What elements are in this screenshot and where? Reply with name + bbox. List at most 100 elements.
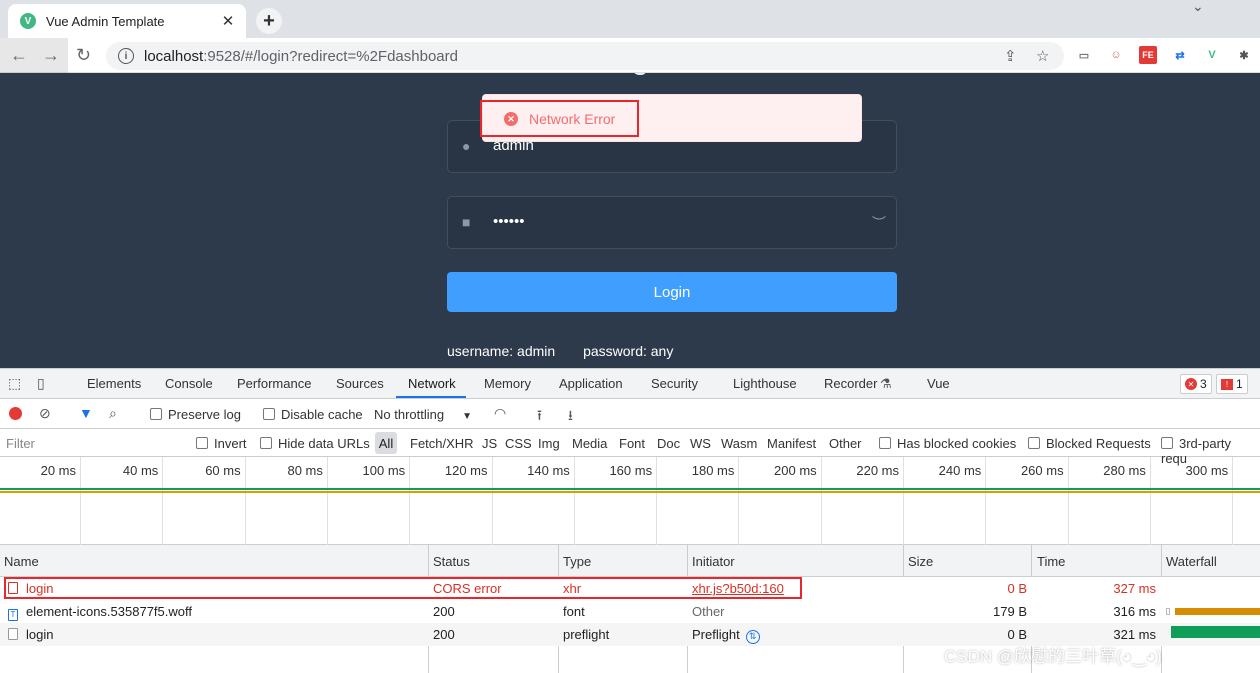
filter-js[interactable]: JS <box>482 436 497 451</box>
screen: V Vue Admin Template ✕ + ⌄ ← → ↻ i local… <box>0 0 1260 673</box>
close-tab-icon[interactable]: ✕ <box>218 11 238 31</box>
tab-console[interactable]: Console <box>165 376 213 391</box>
network-overview-timeline[interactable]: 20 ms 40 ms 60 ms 80 ms 100 ms 120 ms 140 ms 16… <box>0 457 1260 545</box>
timeline-gridline <box>1067 457 1069 545</box>
timeline-gridline <box>409 457 411 545</box>
bookmark-star-icon[interactable]: ☆ <box>1036 47 1049 65</box>
timeline-gridline <box>80 457 81 545</box>
timeline-tick-label: 20 ms <box>40 463 76 478</box>
import-har-icon[interactable]: ⭱ <box>537 405 542 429</box>
error-count: 3 <box>1200 377 1207 391</box>
filter-funnel-icon[interactable]: ▼ <box>79 405 93 421</box>
network-conditions-icon[interactable]: ◠ <box>494 405 506 422</box>
password-value: •••••• <box>493 213 525 230</box>
timeline-tick-label: 80 ms <box>287 463 323 478</box>
browser-toolbar: ← → ↻ i localhost:9528/#/login?redirect=… <box>0 38 1260 73</box>
disable-cache-checkbox[interactable]: Disable cache <box>263 407 363 422</box>
col-initiator[interactable]: Initiator <box>692 554 735 569</box>
search-icon[interactable]: ⌕ <box>109 405 117 422</box>
col-name[interactable]: Name <box>4 554 39 569</box>
filter-manifest[interactable]: Manifest <box>767 436 816 451</box>
export-har-icon[interactable]: ⭳ <box>568 405 573 429</box>
hide-data-urls-checkbox[interactable]: Hide data URLs <box>260 436 370 451</box>
reload-icon[interactable]: ↻ <box>76 45 91 66</box>
table-row[interactable]: Telement-icons.535877f5.woff 200 font Ot… <box>0 600 1260 623</box>
blocked-requests-checkbox[interactable]: Blocked Requests <box>1028 436 1151 451</box>
tab-recorder[interactable]: Recorder <box>824 376 877 391</box>
tab-sources[interactable]: Sources <box>336 376 384 391</box>
login-button[interactable]: Login <box>447 272 897 312</box>
share-icon[interactable]: ⇪ <box>1004 47 1017 65</box>
extension-sync-icon[interactable]: ⇄ <box>1171 46 1189 64</box>
filter-fetch-xhr[interactable]: Fetch/XHR <box>410 436 474 451</box>
password-field[interactable]: ■ •••••• ︶ <box>447 196 897 249</box>
tab-search-chevron-icon[interactable]: ⌄ <box>1192 0 1204 15</box>
flask-icon: ⚗ <box>880 376 892 391</box>
address-bar[interactable]: i localhost:9528/#/login?redirect=%2Fdas… <box>106 42 1064 70</box>
col-status[interactable]: Status <box>433 554 470 569</box>
request-status: 200 <box>433 604 455 619</box>
timeline-gridline <box>573 457 575 545</box>
preflight-icon[interactable]: ⇅ <box>745 630 760 644</box>
col-type[interactable]: Type <box>563 554 591 569</box>
table-header: Name Status Type Initiator Size Time Wat… <box>0 545 1260 577</box>
timeline-gridline <box>326 457 328 545</box>
timeline-gridline <box>985 457 987 545</box>
filter-doc[interactable]: Doc <box>657 436 680 451</box>
request-type: font <box>563 604 585 619</box>
throttling-select[interactable]: No throttling ▼ <box>374 407 472 422</box>
inspect-element-icon[interactable]: ⬚ <box>8 375 21 392</box>
timeline-gridline <box>903 457 904 545</box>
record-button[interactable] <box>9 407 22 420</box>
tip-password: password: any <box>583 343 674 359</box>
browser-tab[interactable]: V Vue Admin Template ✕ <box>8 4 246 38</box>
timeline-gridline <box>738 457 740 545</box>
extension-vue-icon[interactable]: V <box>1203 46 1221 64</box>
tab-lighthouse[interactable]: Lighthouse <box>733 376 797 391</box>
timeline-tick-label: 100 ms <box>362 463 406 478</box>
network-toolbar: ⊘ ▼ ⌕ Preserve log Disable cache No thro… <box>0 399 1260 429</box>
col-waterfall[interactable]: Waterfall <box>1166 554 1217 569</box>
filter-font[interactable]: Font <box>619 436 645 451</box>
tab-elements[interactable]: Elements <box>87 376 141 391</box>
login-page: ● admin ■ •••••• ︶ Login username: admin… <box>0 73 1260 368</box>
site-info-icon[interactable]: i <box>118 48 134 64</box>
col-size[interactable]: Size <box>908 554 933 569</box>
filter-other[interactable]: Other <box>829 436 862 451</box>
tab-vue[interactable]: Vue <box>927 376 950 391</box>
request-time: 327 ms <box>1113 581 1156 596</box>
timeline-tick-label: 260 ms <box>1020 463 1064 478</box>
has-blocked-cookies-checkbox[interactable]: Has blocked cookies <box>879 436 1016 451</box>
new-tab-button[interactable]: + <box>256 8 282 34</box>
filter-wasm[interactable]: Wasm <box>721 436 757 451</box>
eye-closed-icon[interactable]: ︶ <box>872 213 886 233</box>
filter-img[interactable]: Img <box>538 436 560 451</box>
clear-icon[interactable]: ⊘ <box>39 405 51 422</box>
invert-checkbox[interactable]: Invert <box>196 436 247 451</box>
error-count-badge[interactable]: ✕ 3 <box>1180 374 1212 394</box>
page-title-fragment <box>633 73 647 75</box>
tab-application[interactable]: Application <box>559 376 623 391</box>
tab-performance[interactable]: Performance <box>237 376 311 391</box>
col-time[interactable]: Time <box>1037 554 1065 569</box>
watermark: CSDN @欣慰的三叶草(◕‿◕) <box>944 647 1162 666</box>
filter-all-button[interactable]: All <box>375 432 397 454</box>
request-size: 179 B <box>993 604 1027 619</box>
tab-network[interactable]: Network <box>408 376 456 391</box>
tab-memory[interactable]: Memory <box>484 376 531 391</box>
request-size: 0 B <box>1007 581 1027 596</box>
extension-fe-icon[interactable]: FE <box>1139 46 1157 64</box>
preserve-log-checkbox[interactable]: Preserve log <box>150 407 241 422</box>
filter-input[interactable]: Filter <box>2 432 182 454</box>
issue-count-badge[interactable]: ! 1 <box>1216 374 1248 394</box>
request-initiator: Preflight ⇅ <box>692 627 760 644</box>
filter-ws[interactable]: WS <box>690 436 711 451</box>
extensions-puzzle-icon[interactable]: ✱ <box>1235 46 1253 64</box>
filter-media[interactable]: Media <box>572 436 607 451</box>
extension-screen-icon[interactable]: ▭ <box>1075 46 1093 64</box>
tab-security[interactable]: Security <box>651 376 698 391</box>
extension-face-icon[interactable]: ☺ <box>1107 46 1125 64</box>
request-size: 0 B <box>1007 627 1027 642</box>
filter-css[interactable]: CSS <box>505 436 532 451</box>
device-toolbar-icon[interactable]: ▯ <box>37 375 45 392</box>
